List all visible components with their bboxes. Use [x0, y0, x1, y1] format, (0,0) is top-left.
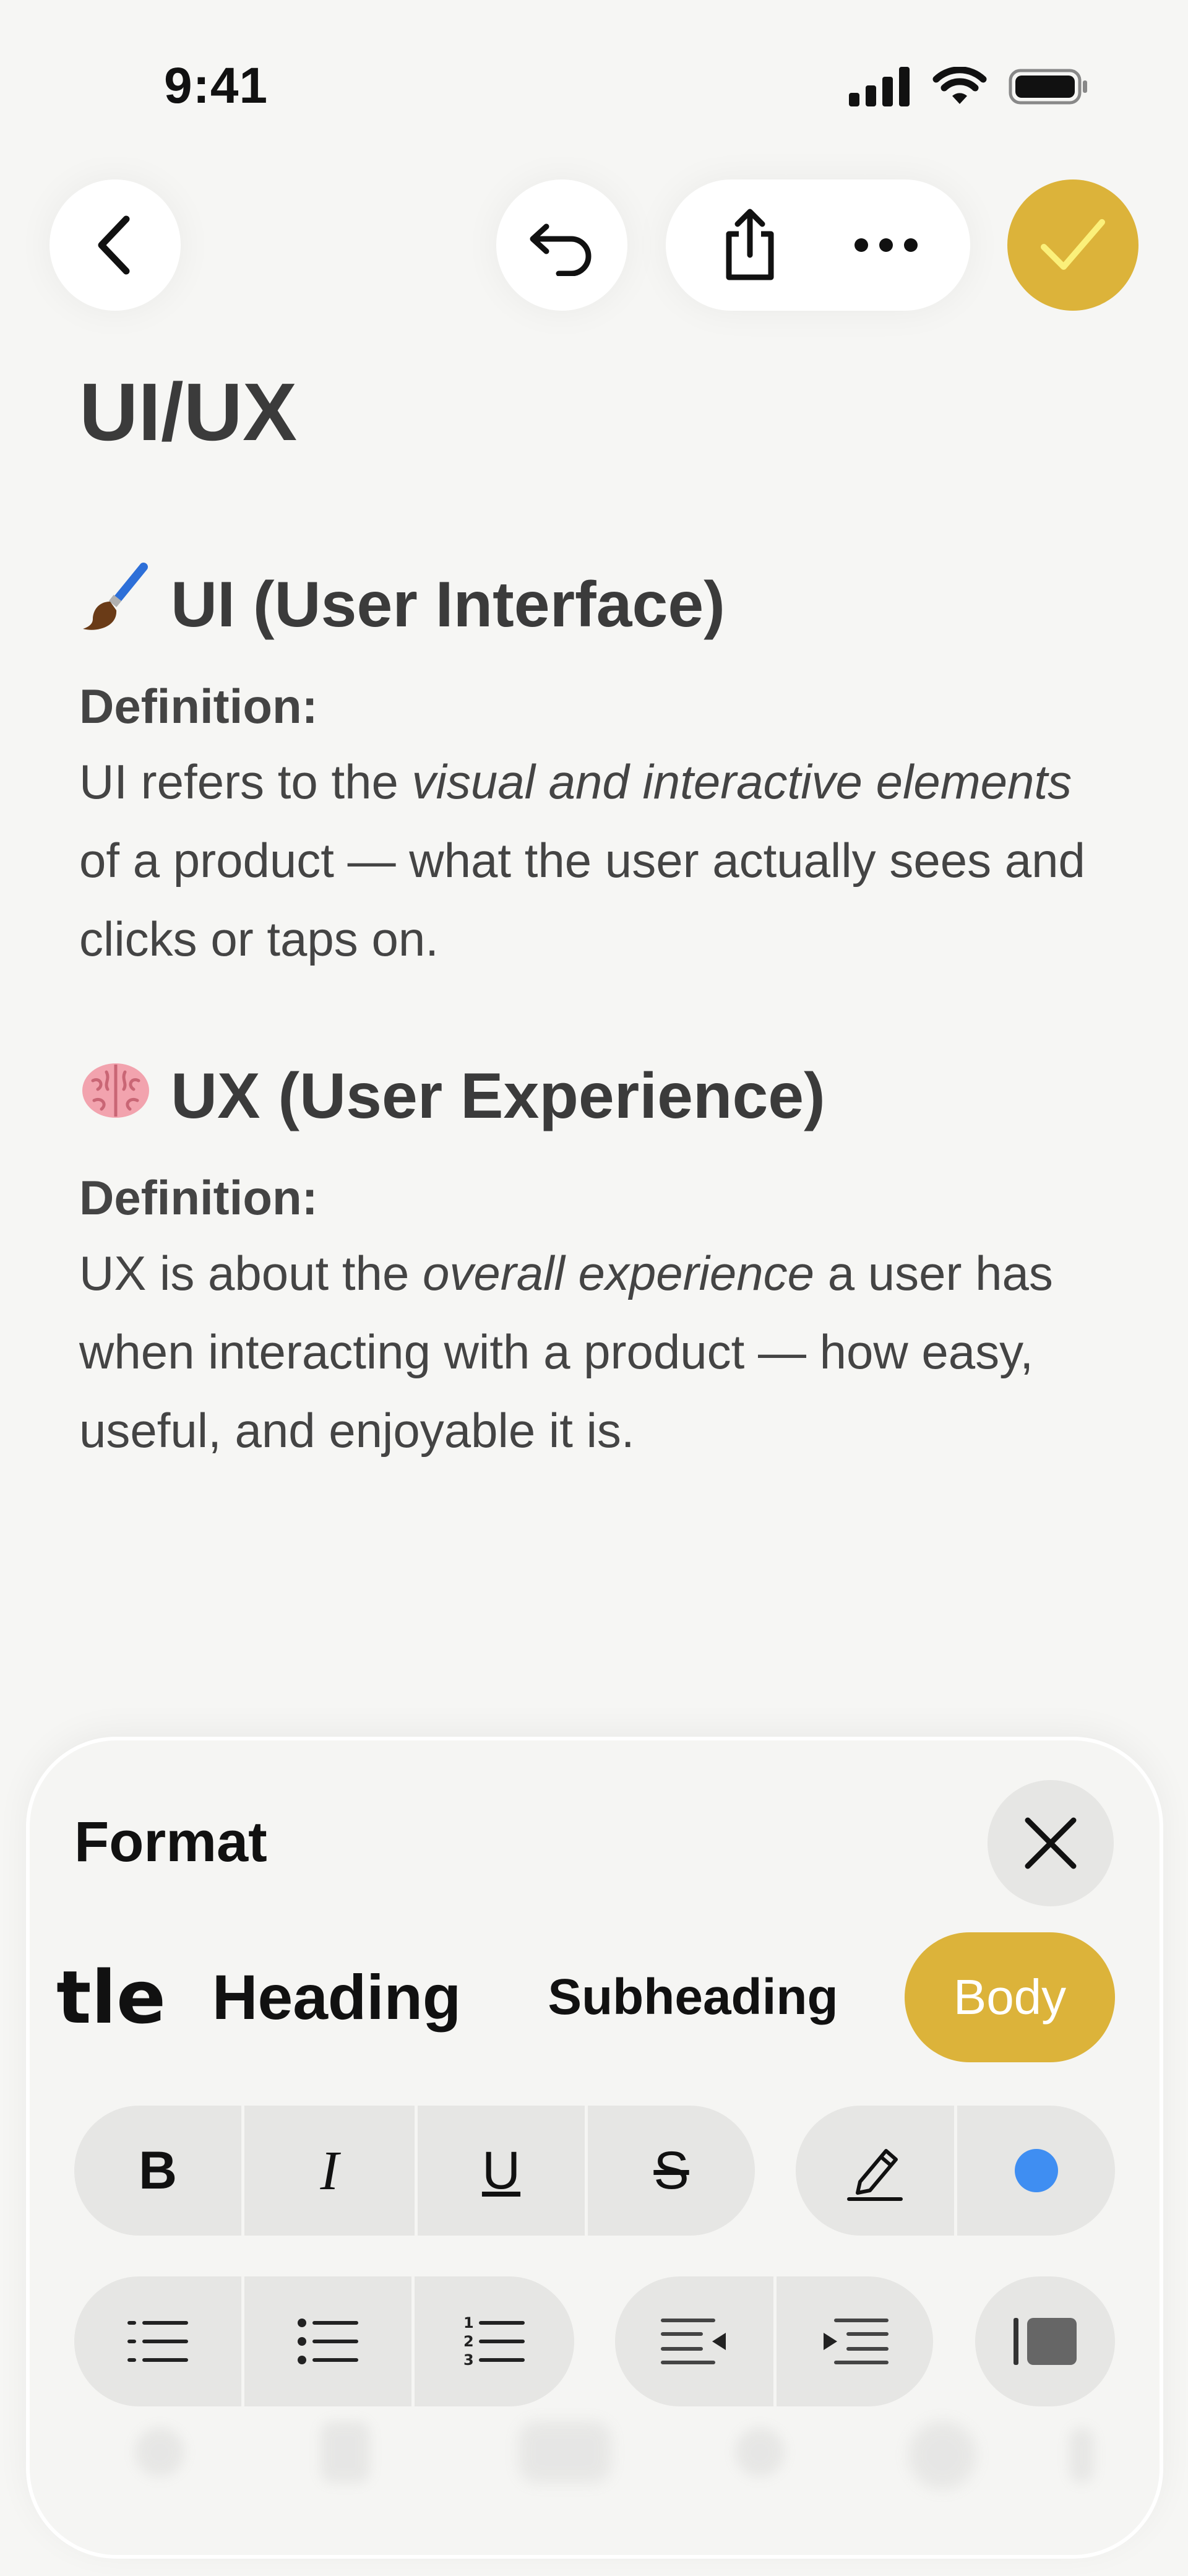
ellipsis-icon: [854, 238, 918, 252]
style-body[interactable]: Body: [905, 1932, 1115, 2062]
decrease-indent-icon: [661, 2319, 726, 2364]
strikethrough-button[interactable]: S: [588, 2106, 755, 2236]
bold-button[interactable]: B: [74, 2106, 241, 2236]
paragraph-style-picker: tle Heading Subheading Body: [30, 1932, 1160, 2062]
ghost-key: [321, 2421, 370, 2483]
color-dot-icon: [1014, 2149, 1058, 2192]
paintbrush-icon: [83, 563, 148, 630]
definition-label-ui: Definition:: [79, 679, 318, 733]
close-icon: [1025, 1817, 1077, 1869]
status-time: 9:41: [164, 58, 269, 114]
bold-label: B: [138, 2140, 178, 2200]
text-color-button[interactable]: [957, 2106, 1115, 2236]
block-quote-icon: [1014, 2318, 1077, 2365]
back-button[interactable]: [50, 179, 181, 311]
section-heading-ux[interactable]: UX (User Experience): [79, 1053, 825, 1133]
block-quote-group: [975, 2276, 1115, 2406]
section-heading-ui[interactable]: UI (User Interface): [79, 562, 725, 642]
ghost-key: [735, 2427, 785, 2477]
definition-text-ui-post: of a product — what the user actually se…: [79, 833, 1085, 966]
style-title[interactable]: tle: [30, 1932, 166, 2062]
ghost-key: [519, 2421, 611, 2483]
status-bar: 9:41: [0, 0, 1188, 149]
brain-icon: [82, 1063, 149, 1118]
definition-text-ui-pre: UI refers to the: [79, 754, 412, 809]
battery-icon: [1009, 69, 1087, 105]
definition-text-ux[interactable]: UX is about the overall experience a use…: [79, 1234, 1119, 1470]
style-subheading[interactable]: Subheading: [548, 1932, 838, 2062]
bulleted-list-button[interactable]: [244, 2276, 411, 2406]
highlight-button[interactable]: [796, 2106, 954, 2236]
text-style-group: B I U S: [74, 2106, 755, 2236]
close-button[interactable]: [988, 1780, 1114, 1906]
italic-button[interactable]: I: [244, 2106, 415, 2236]
highlight-color-group: [796, 2106, 1115, 2236]
share-icon: [726, 209, 774, 280]
indent-group: [615, 2276, 933, 2406]
svg-text:2: 2: [463, 2333, 474, 2350]
svg-text:1: 1: [463, 2315, 474, 2332]
block-quote-button[interactable]: [975, 2276, 1115, 2406]
cellular-signal-icon: [849, 67, 910, 106]
definition-text-ui[interactable]: UI refers to the visual and interactive …: [79, 743, 1119, 979]
keyboard-ghost-row: [30, 2390, 1160, 2514]
numbered-list-icon: 123: [463, 2315, 525, 2367]
dashed-list-icon: [127, 2321, 188, 2362]
section-heading-ux-text: UX (User Experience): [171, 1060, 825, 1132]
dashed-list-button[interactable]: [74, 2276, 241, 2406]
definition-text-ux-em: overall experience: [423, 1246, 815, 1300]
share-button[interactable]: [684, 179, 816, 311]
actions-pill: [666, 179, 970, 311]
section-heading-ui-text: UI (User Interface): [171, 569, 725, 641]
style-heading[interactable]: Heading: [207, 1932, 467, 2062]
done-button[interactable]: [1007, 179, 1138, 311]
wifi-icon: [932, 67, 987, 104]
undo-icon: [530, 223, 592, 276]
italic-label: I: [320, 2140, 339, 2202]
increase-indent-button[interactable]: [777, 2276, 933, 2406]
ghost-key: [135, 2427, 184, 2477]
undo-button[interactable]: [496, 179, 627, 311]
status-icons: [849, 67, 1089, 106]
numbered-list-button[interactable]: 123: [415, 2276, 574, 2406]
checkmark-icon: [1041, 219, 1105, 270]
decrease-indent-button[interactable]: [615, 2276, 773, 2406]
increase-indent-icon: [823, 2319, 889, 2364]
format-sheet: Format tle Heading Subheading Body B I U…: [30, 1740, 1160, 2555]
definition-label-ux: Definition:: [79, 1170, 318, 1225]
definition-text-ux-pre: UX is about the: [79, 1246, 423, 1300]
more-button[interactable]: [820, 179, 952, 311]
underline-label: U: [481, 2140, 521, 2200]
bulleted-list-icon: [298, 2319, 358, 2364]
format-sheet-title: Format: [74, 1810, 267, 1874]
strikethrough-label: S: [653, 2140, 689, 2200]
svg-text:3: 3: [463, 2351, 474, 2367]
ghost-key: [908, 2421, 976, 2489]
chevron-left-icon: [98, 215, 130, 275]
definition-text-ui-em: visual and interactive elements: [411, 754, 1072, 809]
note-title[interactable]: UI/UX: [79, 365, 297, 459]
pencil-icon: [847, 2149, 903, 2201]
underline-button[interactable]: U: [418, 2106, 585, 2236]
list-style-group: 123: [74, 2276, 574, 2406]
ghost-key: [1069, 2427, 1094, 2483]
